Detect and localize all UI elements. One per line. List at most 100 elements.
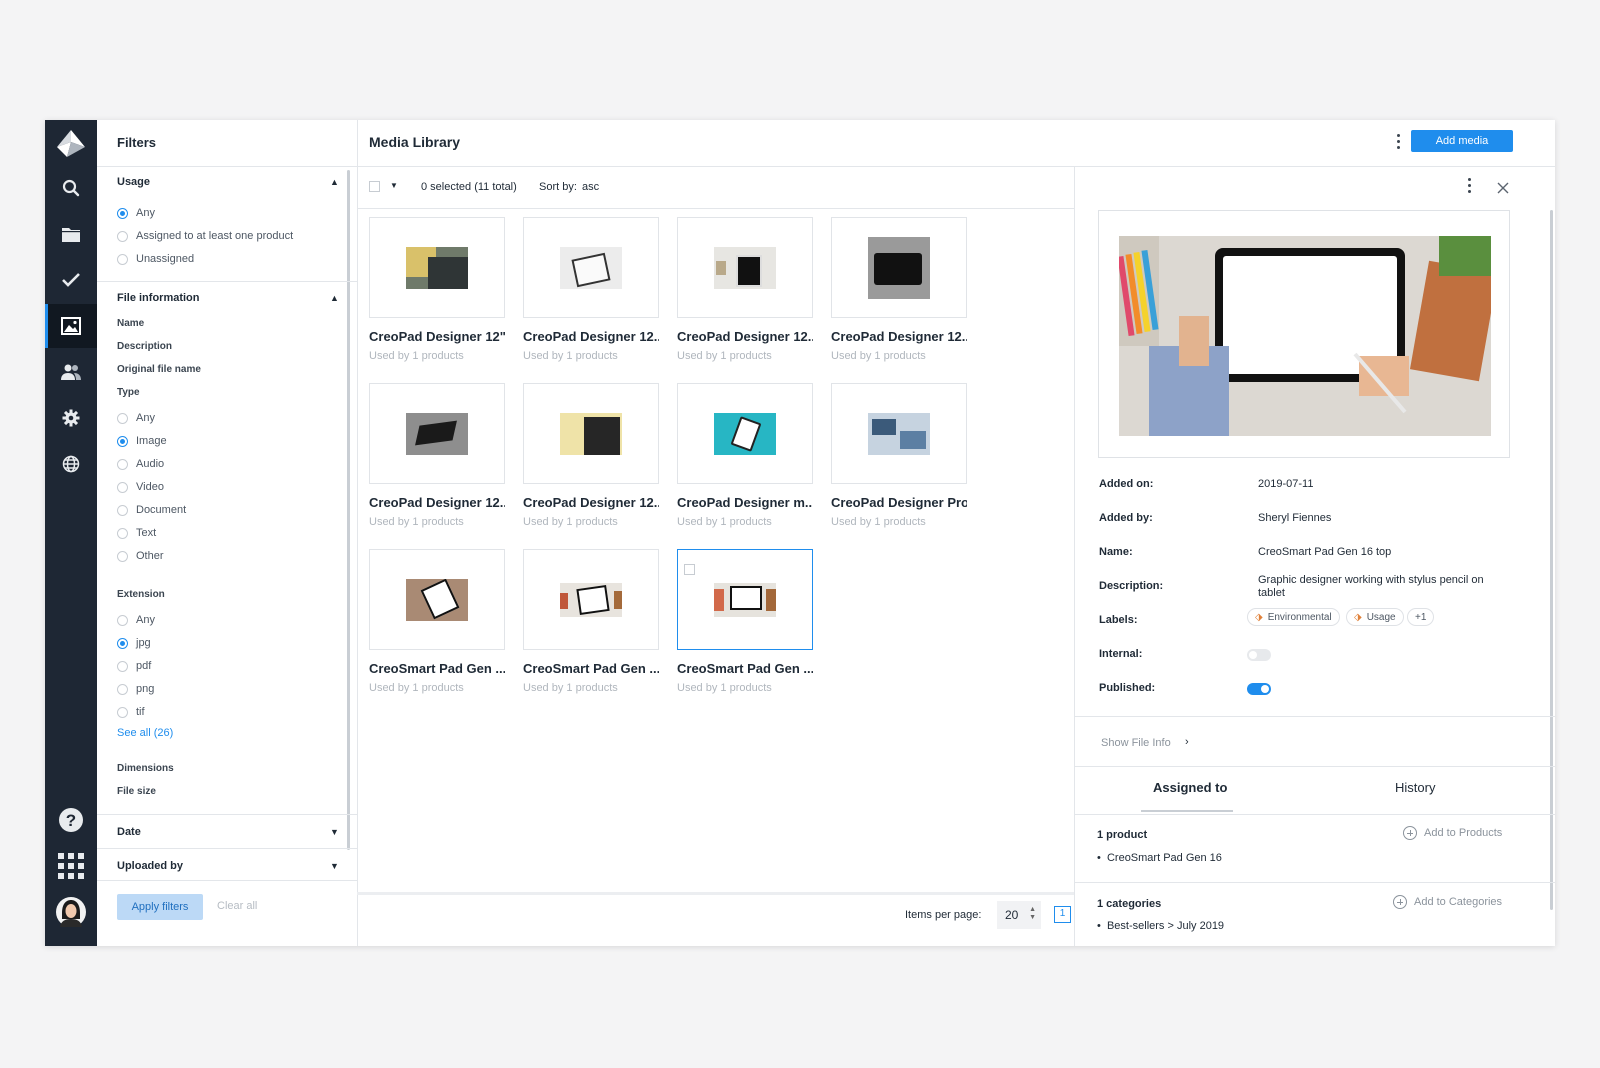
extension-option-tif[interactable]: tif xyxy=(117,704,145,720)
more-options-icon[interactable] xyxy=(1468,178,1471,193)
radio-button[interactable] xyxy=(117,550,128,562)
chevron-down-icon[interactable]: ▼ xyxy=(330,861,339,871)
media-thumbnail[interactable] xyxy=(369,549,505,650)
media-card[interactable]: CreoPad Designer m... Used by 1 products xyxy=(677,383,813,528)
media-card[interactable]: CreoSmart Pad Gen ... Used by 1 products xyxy=(677,549,813,694)
clear-all-button[interactable]: Clear all xyxy=(217,900,257,912)
radio-button[interactable] xyxy=(117,706,128,718)
close-icon[interactable] xyxy=(1497,182,1509,194)
media-card[interactable]: CreoPad Designer 12... Used by 1 product… xyxy=(677,217,813,362)
type-option-audio[interactable]: Audio xyxy=(117,456,164,472)
radio-button[interactable] xyxy=(117,412,128,424)
filters-scrollbar[interactable] xyxy=(347,170,350,850)
chevron-right-icon[interactable]: › xyxy=(1185,736,1189,748)
help-icon[interactable]: ? xyxy=(45,798,97,842)
see-all-extensions-link[interactable]: See all (26) xyxy=(117,727,173,739)
media-card[interactable]: CreoPad Designer 12... Used by 1 product… xyxy=(523,217,659,362)
media-card[interactable]: CreoPad Designer Pro Used by 1 products xyxy=(831,383,967,528)
more-labels-chip[interactable]: +1 xyxy=(1407,608,1435,626)
radio-button[interactable] xyxy=(117,207,128,219)
chevron-up-icon[interactable]: ▲ xyxy=(330,293,339,303)
radio-button[interactable] xyxy=(117,504,128,516)
users-icon[interactable] xyxy=(45,350,97,394)
radio-button[interactable] xyxy=(117,637,128,649)
usage-section-title[interactable]: Usage xyxy=(117,176,150,188)
file-info-section-title[interactable]: File information xyxy=(117,292,200,304)
label-chip[interactable]: ⬗ Environmental xyxy=(1247,608,1340,626)
field-description-label[interactable]: Description xyxy=(117,341,172,352)
media-thumbnail[interactable] xyxy=(677,549,813,650)
add-to-categories-button[interactable]: Add to Categories xyxy=(1393,895,1502,909)
extension-option-any[interactable]: Any xyxy=(117,612,155,628)
avatar[interactable] xyxy=(45,890,97,934)
select-checkbox[interactable] xyxy=(684,564,695,575)
media-thumbnail[interactable] xyxy=(523,383,659,484)
usage-option-unassigned[interactable]: Unassigned xyxy=(117,251,194,267)
media-card[interactable]: CreoPad Designer 12... Used by 1 product… xyxy=(369,383,505,528)
type-option-any[interactable]: Any xyxy=(117,410,155,426)
search-icon[interactable] xyxy=(45,166,97,210)
chevron-up-icon[interactable]: ▲ xyxy=(330,177,339,187)
sort-value[interactable]: asc xyxy=(582,181,599,193)
items-per-page-select[interactable]: 20 ▲ ▼ xyxy=(997,901,1041,929)
media-card[interactable]: CreoPad Designer 12... Used by 1 product… xyxy=(523,383,659,528)
media-card[interactable]: CreoSmart Pad Gen ... Used by 1 products xyxy=(369,549,505,694)
media-thumbnail[interactable] xyxy=(831,217,967,318)
date-section-title[interactable]: Date xyxy=(117,826,141,838)
extension-option-png[interactable]: png xyxy=(117,681,154,697)
uploaded-by-section-title[interactable]: Uploaded by xyxy=(117,860,183,872)
type-option-image[interactable]: Image xyxy=(117,433,167,449)
logo-icon[interactable] xyxy=(45,122,97,166)
details-scrollbar[interactable] xyxy=(1550,210,1553,910)
list-item[interactable]: • Best-sellers > July 2019 xyxy=(1097,920,1224,932)
extension-option-pdf[interactable]: pdf xyxy=(117,658,151,674)
radio-button[interactable] xyxy=(117,683,128,695)
published-toggle[interactable] xyxy=(1247,683,1271,695)
media-preview[interactable] xyxy=(1098,210,1510,458)
radio-button[interactable] xyxy=(117,614,128,626)
extension-option-jpg[interactable]: jpg xyxy=(117,635,151,651)
type-option-video[interactable]: Video xyxy=(117,479,164,495)
internal-toggle[interactable] xyxy=(1247,649,1271,661)
media-thumbnail[interactable] xyxy=(831,383,967,484)
media-thumbnail[interactable] xyxy=(677,217,813,318)
more-options-icon[interactable] xyxy=(1397,134,1400,149)
tab-assigned-to[interactable]: Assigned to xyxy=(1153,780,1227,795)
show-file-info-link[interactable]: Show File Info xyxy=(1101,737,1171,749)
add-to-products-button[interactable]: Add to Products xyxy=(1403,826,1502,840)
radio-button[interactable] xyxy=(117,230,128,242)
media-card[interactable]: CreoPad Designer 12" Used by 1 products xyxy=(369,217,505,362)
page-number[interactable]: 1 xyxy=(1054,906,1071,923)
label-chip[interactable]: ⬗ Usage xyxy=(1346,608,1404,626)
media-thumbnail[interactable] xyxy=(523,217,659,318)
add-media-button[interactable]: Add media xyxy=(1411,130,1513,152)
media-thumbnail[interactable] xyxy=(523,549,659,650)
chevron-down-icon[interactable]: ▼ xyxy=(390,181,398,190)
chevron-down-icon[interactable]: ▼ xyxy=(330,827,339,837)
file-size-label[interactable]: File size xyxy=(117,786,156,797)
media-thumbnail[interactable] xyxy=(677,383,813,484)
media-card[interactable]: CreoPad Designer 12... Used by 1 product… xyxy=(831,217,967,362)
select-all-checkbox[interactable] xyxy=(369,181,380,192)
gear-icon[interactable] xyxy=(45,396,97,440)
apply-filters-button[interactable]: Apply filters xyxy=(117,894,203,920)
media-card[interactable]: CreoSmart Pad Gen ... Used by 1 products xyxy=(523,549,659,694)
check-icon[interactable] xyxy=(45,258,97,302)
image-icon[interactable] xyxy=(45,304,97,348)
globe-icon[interactable] xyxy=(45,442,97,486)
stepper-icon[interactable]: ▲ ▼ xyxy=(1029,906,1036,922)
field-name-label[interactable]: Name xyxy=(117,318,144,329)
media-thumbnail[interactable] xyxy=(369,217,505,318)
radio-button[interactable] xyxy=(117,481,128,493)
media-thumbnail[interactable] xyxy=(369,383,505,484)
radio-button[interactable] xyxy=(117,527,128,539)
type-option-document[interactable]: Document xyxy=(117,502,186,518)
apps-grid-icon[interactable] xyxy=(45,844,97,888)
field-original-file-name-label[interactable]: Original file name xyxy=(117,364,201,375)
usage-option-any[interactable]: Any xyxy=(117,205,155,221)
folder-icon[interactable] xyxy=(45,212,97,256)
usage-option-assigned[interactable]: Assigned to at least one product xyxy=(117,228,293,244)
radio-button[interactable] xyxy=(117,660,128,672)
radio-button[interactable] xyxy=(117,253,128,265)
type-option-text[interactable]: Text xyxy=(117,525,156,541)
